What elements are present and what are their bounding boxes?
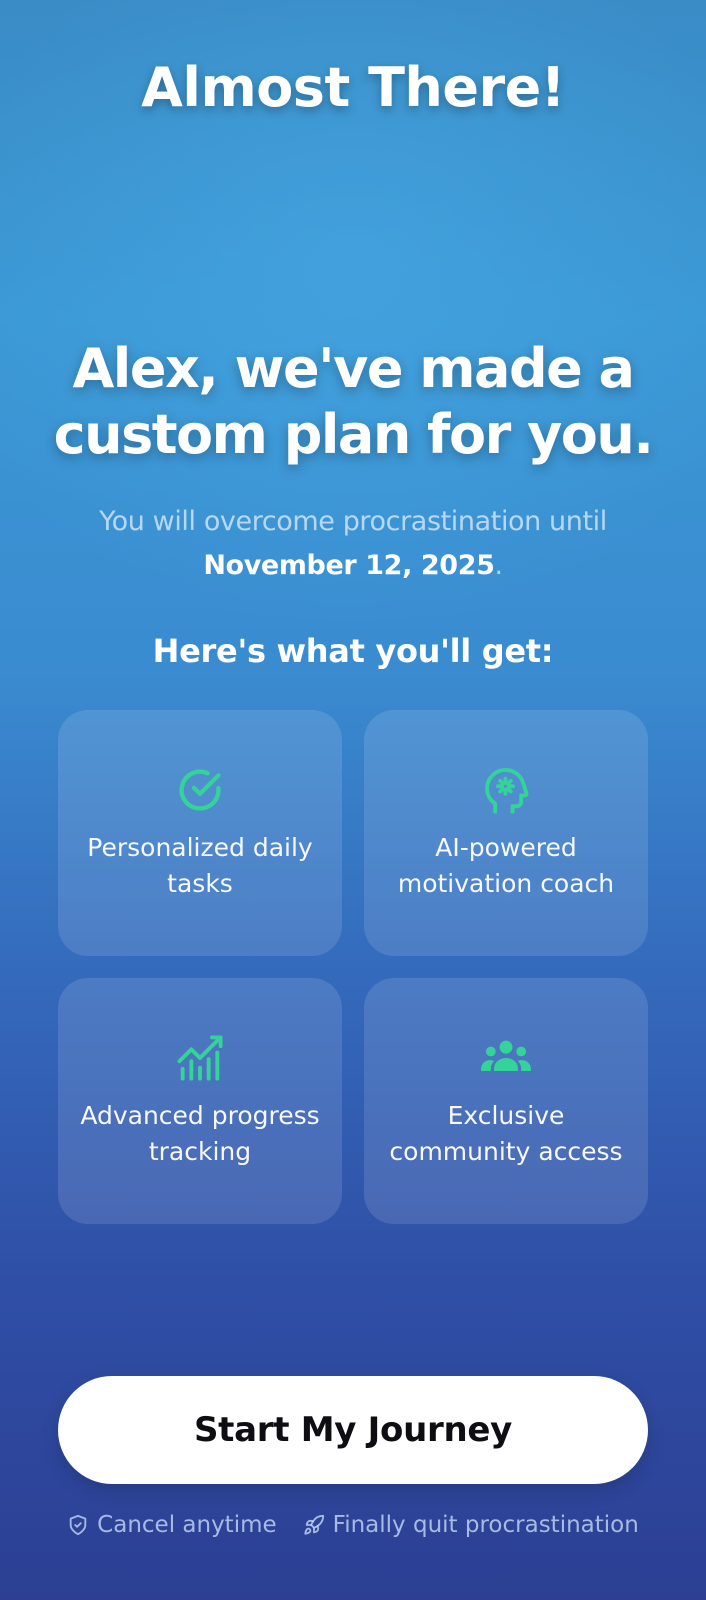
benefit-label: Advanced progress tracking xyxy=(80,1101,320,1166)
benefits-title: Here's what you'll get: xyxy=(152,632,554,670)
rocket-icon xyxy=(304,1514,324,1535)
page-title: Almost There! xyxy=(141,56,565,119)
target-date: November 12, 2025 xyxy=(203,550,495,581)
subline-text: You will overcome procrastination until xyxy=(99,506,607,537)
footer-cancel-text: Cancel anytime xyxy=(97,1512,277,1538)
plan-subline: You will overcome procrastination until … xyxy=(40,500,666,588)
benefit-label: Exclusive community access xyxy=(389,1101,623,1166)
check-circle-icon xyxy=(179,769,221,811)
benefit-label: Personalized daily tasks xyxy=(87,833,313,898)
start-journey-button[interactable]: Start My Journey xyxy=(58,1376,648,1484)
benefit-label: AI-powered motivation coach xyxy=(397,833,615,898)
footer-item-cancel: Cancel anytime xyxy=(67,1512,277,1538)
benefit-card-daily-tasks: Personalized daily tasks xyxy=(58,710,342,956)
benefit-card-progress-tracking: Advanced progress tracking xyxy=(58,978,342,1224)
brain-gear-head-icon xyxy=(485,768,529,814)
subline-period: . xyxy=(494,550,503,581)
plan-headline: Alex, we've made a custom plan for you. xyxy=(53,337,654,466)
benefit-card-ai-coach: AI-powered motivation coach xyxy=(364,710,648,956)
chart-trend-icon xyxy=(177,1035,223,1081)
benefit-card-community: Exclusive community access xyxy=(364,978,648,1224)
footer-quit-text: Finally quit procrastination xyxy=(332,1512,639,1538)
shield-check-icon xyxy=(69,1514,87,1536)
footer-item-quit: Finally quit procrastination xyxy=(303,1512,639,1538)
footer-assurances: Cancel anytime Finally quit procrastinat… xyxy=(0,1512,706,1538)
group-users-icon xyxy=(481,1040,531,1071)
